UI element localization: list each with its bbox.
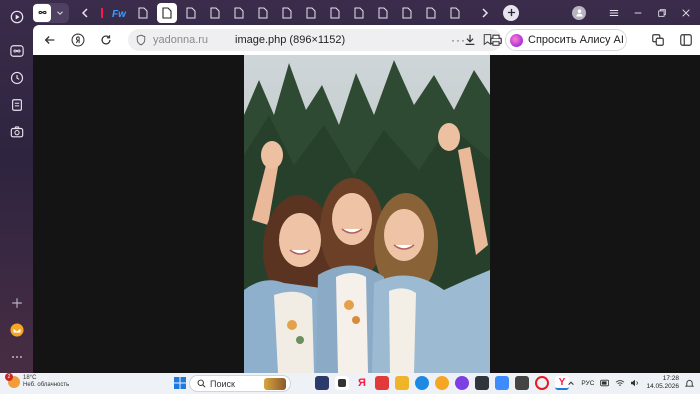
tab-favicon-red[interactable] [99, 3, 105, 23]
translate-icon[interactable] [647, 29, 669, 51]
wifi-icon[interactable] [615, 379, 625, 387]
close-icon[interactable] [676, 3, 696, 23]
edge-icon[interactable] [415, 376, 429, 390]
address-domain: yadonna.ru [153, 34, 209, 46]
tab-page[interactable] [373, 3, 393, 23]
tab-page[interactable] [397, 3, 417, 23]
clock[interactable]: 17:28 14.05.2026 [646, 375, 679, 391]
tabs-scroll-left[interactable] [75, 3, 95, 23]
tab-page[interactable] [181, 3, 201, 23]
app-icon-blue[interactable] [495, 376, 509, 390]
avatar[interactable] [572, 5, 586, 20]
app-icon-dark[interactable] [335, 376, 349, 390]
notifications-icon[interactable] [685, 379, 694, 388]
displayed-image [244, 55, 490, 373]
system-tray: РУС 17:28 14.05.2026 [567, 375, 694, 391]
collections-icon[interactable] [7, 95, 27, 115]
weather-widget[interactable]: 2 18°C Неб. облачность [5, 373, 70, 389]
clock-time: 17:28 [662, 375, 679, 382]
browser-toolbar: yadonna.ru image.php (896×1152) ··· Спро… [33, 25, 700, 55]
tab-page[interactable] [421, 3, 441, 23]
tab-page[interactable] [325, 3, 345, 23]
tab-page[interactable] [205, 3, 225, 23]
search-placeholder: Поиск [210, 378, 235, 389]
mail-app-icon[interactable] [7, 320, 27, 340]
os-taskbar: 2 18°C Неб. облачность Поиск Я Y РУС 17:… [0, 373, 700, 394]
folder-icon[interactable] [395, 376, 409, 390]
menu-icon[interactable] [604, 3, 624, 23]
tab-page[interactable] [253, 3, 273, 23]
tab-page[interactable] [277, 3, 297, 23]
yandex-logo-icon[interactable] [67, 29, 89, 51]
language-indicator[interactable]: РУС [581, 380, 594, 387]
print-icon[interactable] [485, 29, 507, 51]
tab-page[interactable] [133, 3, 153, 23]
weather-icon: 2 [5, 373, 20, 388]
restore-icon[interactable] [652, 3, 672, 23]
address-bar[interactable]: yadonna.ru image.php (896×1152) ··· [128, 29, 502, 51]
tab-strip: Fw [33, 0, 700, 25]
extensions-icon[interactable] [675, 29, 697, 51]
app-icon-red[interactable] [375, 376, 389, 390]
alice-orb-icon [510, 33, 523, 47]
app-icon-gray[interactable] [515, 376, 529, 390]
tab-page-active[interactable] [157, 2, 177, 23]
tab-page[interactable] [229, 3, 249, 23]
yandex-browser-icon[interactable]: Я [355, 376, 369, 390]
more-icon[interactable] [7, 347, 27, 367]
tab-group-pill[interactable] [33, 2, 69, 23]
weather-temp: 18°C [23, 375, 37, 381]
opera-icon[interactable] [535, 376, 549, 390]
app-icon-shield-dark[interactable] [475, 376, 489, 390]
svg-text:Fw: Fw [112, 9, 126, 19]
new-tab-button[interactable] [503, 4, 519, 21]
add-panel-icon[interactable] [7, 293, 27, 313]
shield-icon[interactable] [135, 34, 147, 46]
tab-fw[interactable]: Fw [109, 3, 129, 23]
windows-start-icon[interactable] [173, 376, 187, 390]
page-title: image.php (896×1152) [235, 34, 346, 46]
chevron-down-icon[interactable] [51, 4, 69, 22]
tab-page[interactable] [445, 3, 465, 23]
purple-app-icon[interactable] [455, 376, 469, 390]
weather-desc: Неб. облачность [23, 382, 70, 388]
back-icon[interactable] [39, 29, 61, 51]
ask-alice-button[interactable]: Спросить Алису AI [505, 29, 627, 51]
photo-three-women-waving [244, 55, 490, 373]
camera-icon[interactable] [7, 122, 27, 142]
notification-badge: 2 [5, 373, 13, 381]
clock-date: 14.05.2026 [646, 383, 679, 390]
tabs-scroll-right[interactable] [475, 3, 495, 23]
volume-icon[interactable] [630, 379, 640, 387]
left-sidebar [0, 0, 33, 373]
infinity-icon[interactable] [33, 3, 51, 22]
history-icon[interactable] [7, 68, 27, 88]
search-highlight-image [264, 377, 286, 390]
play-icon[interactable] [7, 7, 27, 27]
reload-icon[interactable] [95, 29, 117, 51]
browser-panel: yadonna.ru image.php (896×1152) ··· Спро… [33, 25, 700, 373]
minimize-icon[interactable] [628, 3, 648, 23]
tab-page[interactable] [349, 3, 369, 23]
chrome-like-icon[interactable] [435, 376, 449, 390]
taskbar-search[interactable]: Поиск [189, 375, 291, 392]
shield-app-icon[interactable] [315, 376, 329, 390]
pinned-apps: Я Y [312, 376, 572, 390]
chevron-up-icon[interactable] [567, 379, 575, 387]
battery-icon[interactable] [600, 379, 610, 387]
infinity-icon[interactable] [7, 41, 27, 61]
download-icon[interactable] [459, 29, 481, 51]
tab-page[interactable] [301, 3, 321, 23]
ask-alice-label: Спросить Алису AI [528, 34, 624, 46]
search-icon [197, 379, 206, 388]
browser-window: Fw yadonna.ru image.php (896×1152) ··· С… [0, 0, 700, 394]
